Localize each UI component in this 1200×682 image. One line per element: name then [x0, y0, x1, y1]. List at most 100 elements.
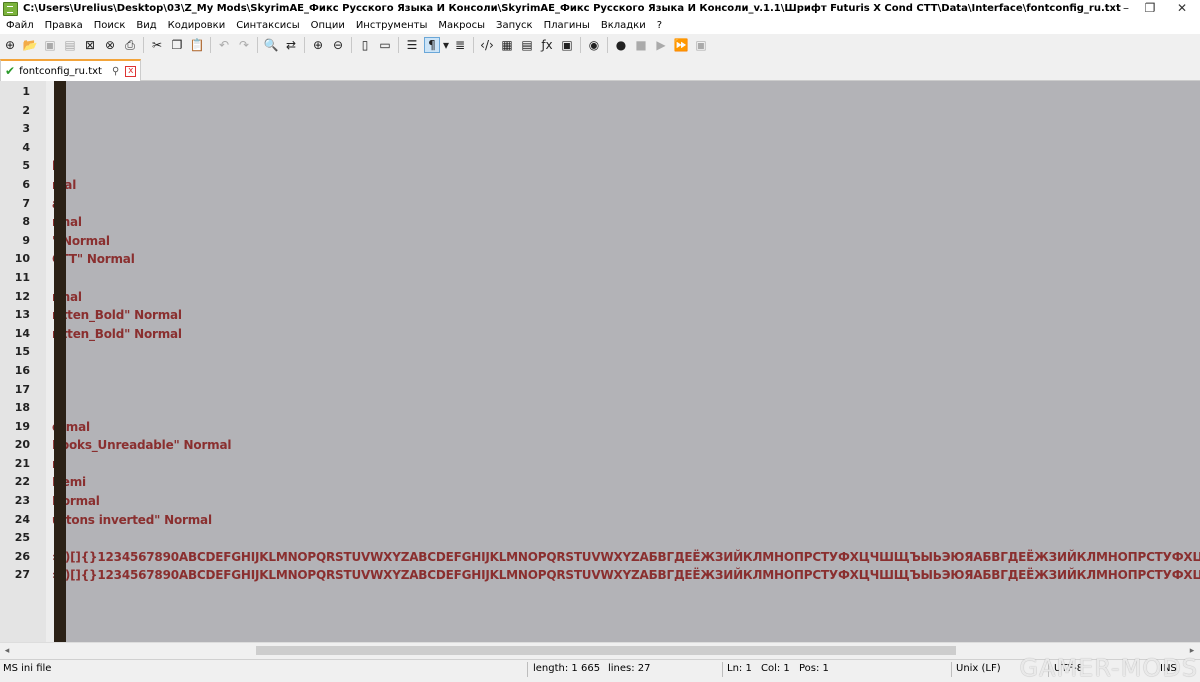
code-line[interactable]: 25	[0, 529, 1200, 548]
open-file-icon[interactable]: 📂	[22, 37, 38, 53]
document-map-icon[interactable]: ▦	[499, 37, 515, 53]
code-line[interactable]: 19 ormal	[0, 418, 1200, 437]
code-line[interactable]: 7al	[0, 195, 1200, 214]
document-list-icon[interactable]: ▤	[519, 37, 535, 53]
status-ln: Ln: 1	[727, 663, 752, 674]
menu-tools[interactable]: Инструменты	[350, 20, 433, 31]
menu-search[interactable]: Поиск	[88, 20, 131, 31]
code-line[interactable]: 24 uttons inverted" Normal	[0, 511, 1200, 530]
code-line[interactable]: 4	[0, 139, 1200, 158]
menu-view[interactable]: Вид	[130, 20, 161, 31]
sync-vertical-icon[interactable]: ▯	[357, 37, 373, 53]
menu-settings[interactable]: Опции	[305, 20, 350, 31]
zoom-out-icon[interactable]: ⊖	[330, 37, 346, 53]
word-wrap-icon[interactable]: ☰	[404, 37, 420, 53]
menu-window[interactable]: Вкладки	[595, 20, 651, 31]
line-number: 9	[22, 233, 30, 247]
code-line[interactable]: 26 »()[]{}1234567890ABCDEFGHIJKLMNOPQRSTU…	[0, 548, 1200, 567]
show-all-characters-icon[interactable]: ¶	[424, 37, 440, 53]
find-icon[interactable]: 🔍	[263, 37, 279, 53]
chevron-down-icon[interactable]: ▾	[442, 37, 450, 53]
stop-macro-icon[interactable]: ■	[633, 37, 649, 53]
code-line[interactable]: 17	[0, 381, 1200, 400]
editor-area[interactable]: 12345l6mal7al8rmal9" Normal10CTT" Normal…	[0, 81, 1200, 642]
undo-icon[interactable]: ↶	[216, 37, 232, 53]
line-text: uttons inverted" Normal	[52, 512, 212, 527]
code-line[interactable]: 10 CTT" Normal	[0, 250, 1200, 269]
toolbar-separator	[304, 37, 305, 53]
copy-icon[interactable]: ❐	[169, 37, 185, 53]
save-macro-icon[interactable]: ▣	[693, 37, 709, 53]
paste-icon[interactable]: 📋	[189, 37, 205, 53]
line-text: »()[]{}1234567890ABCDEFGHIJKLMNOPQRSTUVW…	[52, 568, 1200, 583]
play-macro-icon[interactable]: ▶	[653, 37, 669, 53]
code-line[interactable]: 18	[0, 399, 1200, 418]
code-line[interactable]: 8 rmal	[0, 213, 1200, 232]
code-line[interactable]: 12 rmal	[0, 288, 1200, 307]
close-all-icon[interactable]: ⊗	[102, 37, 118, 53]
code-line[interactable]: 20 Books_Unreadable" Normal	[0, 436, 1200, 455]
line-number: 11	[14, 270, 30, 284]
line-number: 2	[22, 103, 30, 117]
code-line[interactable]: 2	[0, 102, 1200, 121]
run-macro-multiple-icon[interactable]: ⏩	[673, 37, 689, 53]
line-number: 23	[14, 494, 30, 508]
menu-encoding[interactable]: Кодировки	[162, 20, 231, 31]
scroll-left-icon[interactable]: ◂	[2, 645, 12, 657]
menu-plugins[interactable]: Плагины	[538, 20, 595, 31]
menu-file[interactable]: Файл	[0, 20, 39, 31]
monitoring-icon[interactable]: ◉	[586, 37, 602, 53]
restore-button[interactable]: ❐	[1140, 0, 1160, 17]
code-line[interactable]: 5l	[0, 157, 1200, 176]
toolbar-separator	[398, 37, 399, 53]
folder-workspace-icon[interactable]: ▣	[559, 37, 575, 53]
code-line[interactable]: 1	[0, 83, 1200, 102]
menu-language[interactable]: Синтаксисы	[230, 20, 304, 31]
new-file-icon[interactable]: ⊕	[2, 37, 18, 53]
status-file-type: MS ini file	[3, 663, 52, 674]
close-window-button[interactable]: ✕	[1172, 0, 1192, 17]
code-line[interactable]: 15	[0, 343, 1200, 362]
code-line[interactable]: 14 ritten_Bold" Normal	[0, 325, 1200, 344]
line-number: 12	[14, 289, 30, 303]
minimize-button[interactable]: –	[1116, 0, 1136, 17]
menu-macro[interactable]: Макросы	[432, 20, 490, 31]
line-number: 4	[22, 140, 30, 154]
line-number: 20	[14, 438, 30, 452]
menu-run[interactable]: Запуск	[490, 20, 538, 31]
save-all-icon[interactable]: ▤	[62, 37, 78, 53]
replace-icon[interactable]: ⇄	[283, 37, 299, 53]
code-line[interactable]: 3	[0, 120, 1200, 139]
indent-guide-icon[interactable]: ≣	[452, 37, 468, 53]
code-line[interactable]: 6mal	[0, 176, 1200, 195]
saved-check-icon: ✔	[5, 64, 16, 78]
code-line[interactable]: 9 " Normal	[0, 232, 1200, 251]
scrollbar-thumb[interactable]	[256, 646, 956, 655]
code-line[interactable]: 16	[0, 362, 1200, 381]
zoom-in-icon[interactable]: ⊕	[310, 37, 326, 53]
pin-icon[interactable]: ⚲	[112, 66, 119, 77]
tab-fontconfig[interactable]: ✔ fontconfig_ru.txt ⚲ x	[0, 59, 141, 81]
save-icon[interactable]: ▣	[42, 37, 58, 53]
function-list-icon[interactable]: ƒx	[539, 37, 555, 53]
code-line[interactable]: 13 ritten_Bold" Normal	[0, 306, 1200, 325]
sync-horizontal-icon[interactable]: ▭	[377, 37, 393, 53]
toolbar-separator	[351, 37, 352, 53]
code-line[interactable]: 23 Normal	[0, 492, 1200, 511]
code-line[interactable]: 11	[0, 269, 1200, 288]
cut-icon[interactable]: ✂	[149, 37, 165, 53]
code-line[interactable]: 21n	[0, 455, 1200, 474]
code-line[interactable]: 27 »()[]{}1234567890ABCDEFGHIJKLMNOPQRSTU…	[0, 566, 1200, 585]
toolbar-separator	[210, 37, 211, 53]
record-macro-icon[interactable]: ●	[613, 37, 629, 53]
status-pos: Pos: 1	[799, 663, 829, 674]
menu-edit[interactable]: Правка	[39, 20, 88, 31]
user-language-icon[interactable]: ‹/›	[479, 37, 495, 53]
print-icon[interactable]: ⎙	[122, 37, 138, 53]
toolbar-separator	[143, 37, 144, 53]
close-file-icon[interactable]: ⊠	[82, 37, 98, 53]
redo-icon[interactable]: ↷	[236, 37, 252, 53]
menu-help[interactable]: ?	[651, 20, 667, 31]
tab-close-icon[interactable]: x	[125, 65, 137, 77]
code-line[interactable]: 22 Demi	[0, 473, 1200, 492]
